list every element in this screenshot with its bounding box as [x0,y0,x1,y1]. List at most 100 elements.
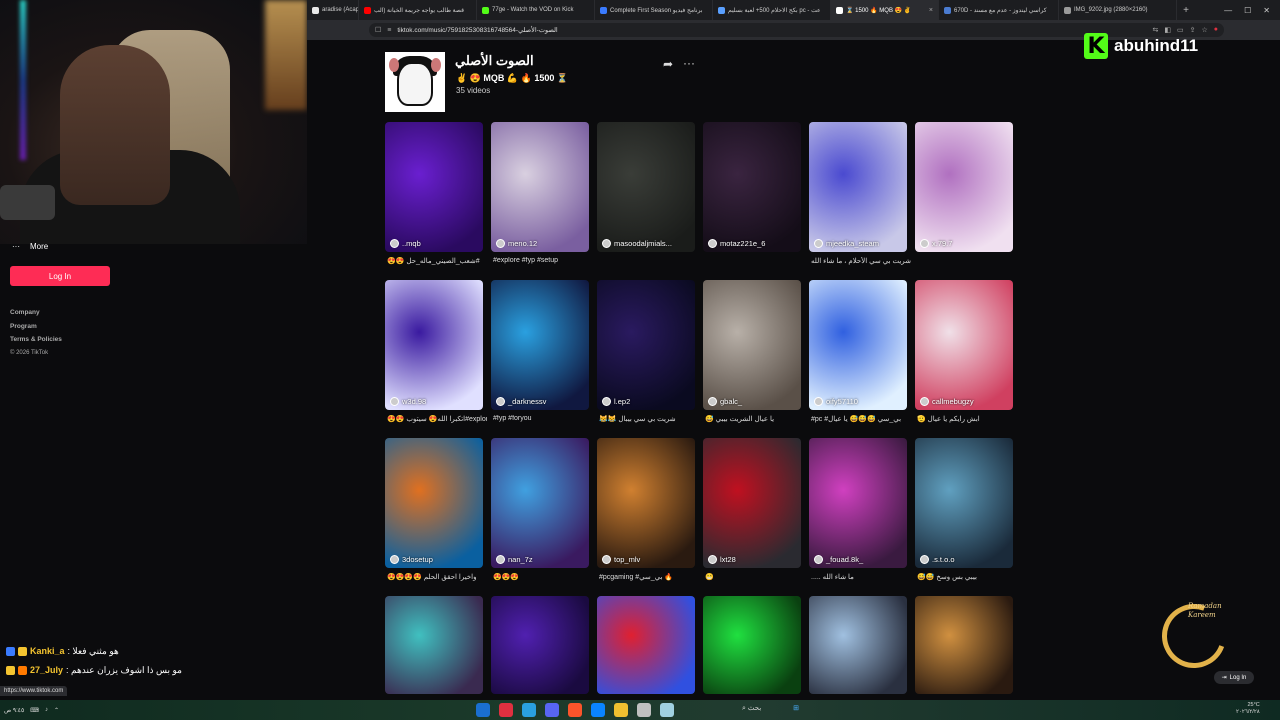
lamp-light [265,0,307,110]
video-caption[interactable]: #fyp #foryou [493,415,593,425]
close-tab-icon[interactable]: × [929,7,933,14]
video-card[interactable]: ..mqb [385,122,483,252]
site-info-icon[interactable]: ≡ [387,27,391,34]
file-explorer-icon[interactable] [614,703,628,717]
more-options-icon[interactable]: ··· [683,56,695,70]
login-icon: ⇥ [1221,675,1227,681]
keyboard-icon[interactable]: ⌨ [30,707,39,714]
video-caption[interactable]: شريت بي سي الأحلام ، ما شاء الله [811,257,911,267]
video-username: x.79.7 [932,239,953,248]
telegram-icon[interactable] [522,703,536,717]
footer-link-terms[interactable]: Terms & Policies [10,333,62,347]
video-caption[interactable]: ..... ما شاء الله [811,573,911,583]
video-card[interactable]: 3dosetup [385,438,483,568]
share-icon[interactable]: ➦ [663,57,673,71]
discord-icon[interactable] [545,703,559,717]
video-card[interactable]: motaz221e_6 [703,122,801,252]
video-caption[interactable]: #explore #fyp #setup [493,257,593,267]
volume-icon[interactable]: ♪ [45,707,48,713]
video-card[interactable]: oify57110 [809,280,907,410]
video-card[interactable]: w3d.98 [385,280,483,410]
video-card[interactable] [915,596,1013,694]
video-caption[interactable]: 🫡 ابش رايكم يا عيال [917,415,1017,425]
url-text[interactable]: tiktok.com/music/الصوت-الأصلي-7591825308… [397,26,557,34]
video-caption[interactable]: 😅 يا عيال الشريت بيبي [705,415,805,425]
browser-tab[interactable]: ⌛ 1500 🔥 MQB 😍 ✌ × [831,0,939,20]
browser-tab[interactable]: قصة طالب يواجه جريمة الخيانة (الب [359,0,477,20]
video-caption[interactable]: 😍😍😍😍 واخيرا احقق الحلم [387,573,487,583]
video-caption[interactable]: 😁 [705,573,805,583]
video-card[interactable]: meno.12 [491,122,589,252]
minimize-button[interactable]: — [1224,6,1232,15]
new-tab-button[interactable]: + [1177,5,1195,16]
video-card[interactable]: mjeedka_steam [809,122,907,252]
video-caption[interactable]: #pcgaming #بي_سي 🔥 [599,573,699,583]
taskbar-search[interactable]: ⌕ بحث ⊞ [742,704,799,713]
browser-tab[interactable]: 670D - كراسي ليندوز - عدم مع مسند [939,0,1059,20]
video-card[interactable]: nan_7z [491,438,589,568]
video-card[interactable] [385,596,483,694]
start-icon[interactable]: ⊞ [793,705,799,712]
video-card[interactable]: x.79.7 [915,122,1013,252]
status-url: https://www.tiktok.com [0,686,68,696]
video-card[interactable] [597,596,695,694]
login-button[interactable]: Log In [10,266,110,286]
video-user: 3dosetup [390,555,433,564]
video-card[interactable] [491,596,589,694]
taskbar-tray: ٩:٤٥ ص ⌨ ♪ ⌃ [0,707,59,714]
maximize-button[interactable]: ☐ [1244,6,1251,15]
video-card[interactable]: top_mlv [597,438,695,568]
footer-link-company[interactable]: Company [10,306,62,320]
sound-author[interactable]: ✌️ 😍 MQB 💪 🔥 1500 ⏳ [456,73,568,84]
video-user: lxt28 [708,555,736,564]
weather-widget[interactable]: 25°C ٢٠٢٦/٢/٢٨ [1236,702,1260,716]
video-card[interactable]: lxt28 [703,438,801,568]
browser-icon[interactable] [660,703,674,717]
video-caption[interactable]: 😍😍 اتكبرا الله😍 سيتوب#explore [387,415,487,425]
star-icon[interactable]: ☆ [1201,26,1207,34]
tab-label: 670D - كراسي ليندوز - عدم مع مسند [954,7,1047,14]
video-card[interactable]: masoodaljmials... [597,122,695,252]
avatar [602,239,611,248]
video-username: meno.12 [508,239,538,248]
video-caption[interactable]: 😍😍 شعب_الصيني_ماله_حل# [387,257,487,267]
video-caption[interactable]: 😹😹 شريت بي سي بيبال [599,415,699,425]
video-caption[interactable]: 😍😍😍 [493,573,593,583]
video-card[interactable] [703,596,801,694]
video-caption[interactable]: 😅😅 بيبي بس وسخ [917,573,1017,583]
video-username: nan_7z [508,555,533,564]
video-user: gbalc_ [708,397,742,406]
video-username: w3d.98 [402,397,427,406]
browser-tab[interactable]: Complete First Season برنامج فيديو [595,0,713,20]
brave-icon[interactable] [568,703,582,717]
tab-favicon-icon [836,6,843,14]
browser-tab[interactable]: aradise (Acapell [307,0,359,20]
notepad-icon[interactable] [637,703,651,717]
floating-login-button[interactable]: ⇥ Log In [1214,671,1254,684]
bookmark-icon[interactable]: ☐ [375,26,381,34]
extension-icon[interactable]: ● [1214,26,1218,34]
video-caption[interactable]: #pc #بي_سي 😅😅😅 يا عيال [811,415,911,425]
more-menu[interactable]: ··· More [12,242,48,251]
video-username: 3dosetup [402,555,433,564]
sound-cover[interactable] [385,52,445,112]
tray-chevron-icon[interactable]: ⌃ [54,707,59,714]
close-window-button[interactable]: ✕ [1263,6,1270,15]
video-card[interactable]: gbalc_ [703,280,801,410]
video-card[interactable]: _fouad.8k_ [809,438,907,568]
browser-tab[interactable]: 77ge - Watch the VOD on Kick [477,0,595,20]
edge-icon[interactable] [591,703,605,717]
browser-tab[interactable]: بكج الاحلام 500+ لعبة بسليم pc - عت [713,0,831,20]
steam-icon[interactable] [476,703,490,717]
video-card[interactable]: _darknessv [491,280,589,410]
video-card[interactable]: .s.t.o.o [915,438,1013,568]
footer-link-program[interactable]: Program [10,320,62,334]
tab-favicon-icon [482,6,489,14]
avatar [920,239,929,248]
video-card[interactable]: callmebugzy [915,280,1013,410]
video-card[interactable]: l.ep2 [597,280,695,410]
streamer-head [60,45,170,205]
video-card[interactable] [809,596,907,694]
game-icon[interactable] [499,703,513,717]
browser-tab[interactable]: IMG_9202.jpg (2880×2160) [1059,0,1177,20]
